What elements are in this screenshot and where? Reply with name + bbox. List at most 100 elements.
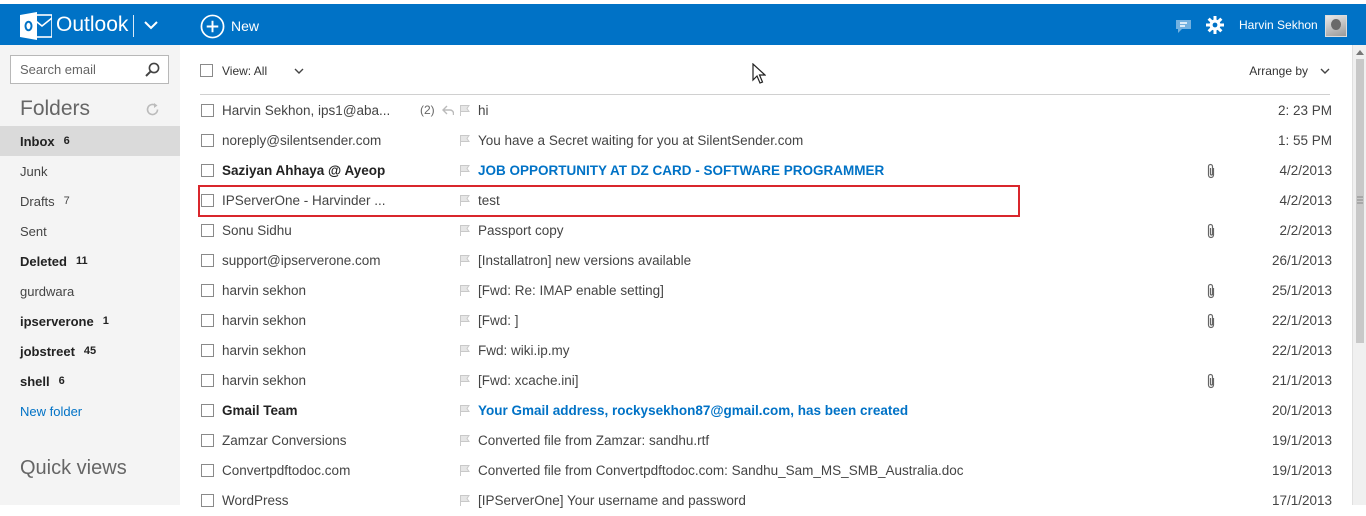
select-all-checkbox[interactable]	[200, 64, 213, 77]
flag-icon[interactable]	[459, 374, 470, 386]
message-date: 22/1/2013	[1271, 343, 1332, 358]
message-subject: You have a Secret waiting for you at Sil…	[478, 133, 804, 148]
search-box[interactable]	[10, 55, 169, 84]
message-row[interactable]: support@ipserverone.com [Installatron] ne…	[180, 246, 1352, 276]
message-checkbox[interactable]	[201, 164, 214, 177]
folder-list: Inbox 6 Junk Drafts 7 Sent Deleted 11 gurdwara ip…	[0, 126, 180, 426]
message-checkbox[interactable]	[201, 344, 214, 357]
message-row[interactable]: harvin sekhon [Fwd: ] 22/1/2013	[180, 306, 1352, 336]
top-bar: Outlook New Harvin Sekhon	[0, 0, 1366, 45]
avatar[interactable]	[1325, 15, 1347, 37]
message-date: 2: 23 PM	[1277, 103, 1332, 118]
new-folder-link[interactable]: New folder	[0, 396, 180, 426]
message-sender: harvin sekhon	[222, 313, 307, 328]
message-checkbox[interactable]	[201, 494, 214, 507]
thread-count: (2)	[420, 103, 435, 117]
messaging-icon[interactable]	[1175, 19, 1192, 34]
message-row[interactable]: Gmail Team Your Gmail address, rockysekho…	[180, 396, 1352, 426]
folder-name: jobstreet	[20, 343, 75, 359]
view-filter[interactable]: View: All	[222, 64, 267, 78]
flag-icon[interactable]	[459, 404, 470, 416]
message-row[interactable]: Convertpdftodoc.com Converted file from C…	[180, 456, 1352, 486]
message-sender: support@ipserverone.com	[222, 253, 381, 268]
message-row[interactable]: Saziyan Ahhaya @ Ayeop JOB OPPORTUNITY AT…	[180, 156, 1352, 186]
scroll-up-icon[interactable]	[1356, 49, 1364, 55]
folder-item-deleted[interactable]: Deleted 11	[0, 246, 180, 276]
message-row[interactable]: harvin sekhon [Fwd: Re: IMAP enable setti…	[180, 276, 1352, 306]
folder-item-sent[interactable]: Sent	[0, 216, 180, 246]
sidebar: Folders Inbox 6 Junk Drafts 7 Sent Deleted 11 gu…	[0, 45, 180, 505]
message-sender: WordPress	[222, 493, 289, 508]
message-sender: Zamzar Conversions	[222, 433, 347, 448]
flag-icon[interactable]	[459, 314, 470, 326]
message-checkbox[interactable]	[201, 254, 214, 267]
folder-item-jobstreet[interactable]: jobstreet 45	[0, 336, 180, 366]
folder-item-inbox[interactable]: Inbox 6	[0, 126, 180, 156]
message-rows: Harvin Sekhon, ips1@aba... (2) hi 2: 23 PM n…	[180, 96, 1352, 516]
folder-item-ipserverone[interactable]: ipserverone 1	[0, 306, 180, 336]
message-subject: Converted file from Convertpdftodoc.com:…	[478, 463, 964, 478]
flag-icon[interactable]	[459, 224, 470, 236]
message-row[interactable]: WordPress [IPServerOne] Your username and…	[180, 486, 1352, 516]
folder-item-drafts[interactable]: Drafts 7	[0, 186, 180, 216]
message-row[interactable]: IPServerOne - Harvinder ... test 4/2/2013	[180, 185, 1352, 217]
refresh-icon[interactable]	[145, 102, 160, 117]
chevron-down-icon[interactable]	[1320, 67, 1330, 75]
mouse-cursor-icon	[752, 63, 766, 84]
flag-icon[interactable]	[459, 284, 470, 296]
search-icon[interactable]	[145, 62, 160, 77]
flag-icon[interactable]	[459, 194, 470, 206]
search-input[interactable]	[20, 62, 140, 77]
flag-icon[interactable]	[459, 434, 470, 446]
message-checkbox[interactable]	[201, 284, 214, 297]
chevron-down-icon[interactable]	[143, 17, 159, 33]
arrange-by-button[interactable]: Arrange by	[1249, 64, 1308, 78]
message-checkbox[interactable]	[201, 104, 214, 117]
message-sender: harvin sekhon	[222, 343, 307, 358]
folder-name: Junk	[20, 163, 48, 179]
message-checkbox[interactable]	[201, 374, 214, 387]
folder-item-junk[interactable]: Junk	[0, 156, 180, 186]
message-checkbox[interactable]	[201, 314, 214, 327]
message-checkbox[interactable]	[201, 194, 214, 207]
message-row[interactable]: Sonu Sidhu Passport copy 2/2/2013	[180, 216, 1352, 246]
message-date: 21/1/2013	[1271, 373, 1332, 388]
message-row[interactable]: harvin sekhon Fwd: wiki.ip.my 22/1/2013	[180, 336, 1352, 366]
folder-unread-count: 6	[58, 375, 65, 387]
flag-icon[interactable]	[459, 344, 470, 356]
folder-item-shell[interactable]: shell 6	[0, 366, 180, 396]
folder-item-gurdwara[interactable]: gurdwara	[0, 276, 180, 306]
user-name[interactable]: Harvin Sekhon	[1239, 18, 1318, 32]
message-row[interactable]: noreply@silentsender.com You have a Secre…	[180, 126, 1352, 156]
folder-name: gurdwara	[20, 283, 75, 299]
message-checkbox[interactable]	[201, 464, 214, 477]
gear-icon[interactable]	[1206, 16, 1224, 34]
message-checkbox[interactable]	[201, 404, 214, 417]
message-checkbox[interactable]	[201, 224, 214, 237]
flag-icon[interactable]	[459, 164, 470, 176]
message-checkbox[interactable]	[201, 434, 214, 447]
message-sender: Gmail Team	[222, 403, 298, 418]
flag-icon[interactable]	[459, 254, 470, 266]
outlook-logo-icon[interactable]	[20, 12, 52, 40]
message-row[interactable]: harvin sekhon [Fwd: xcache.ini] 21/1/2013	[180, 366, 1352, 396]
message-subject: [Fwd: Re: IMAP enable setting]	[478, 283, 664, 298]
app-separator	[133, 15, 134, 37]
new-message-button[interactable]: New	[200, 13, 259, 39]
message-row[interactable]: Harvin Sekhon, ips1@aba... (2) hi 2: 23 PM	[180, 96, 1352, 126]
reply-icon[interactable]	[442, 105, 454, 116]
flag-icon[interactable]	[459, 494, 470, 506]
paperclip-icon	[1207, 373, 1215, 389]
chevron-down-icon[interactable]	[294, 67, 304, 75]
scrollbar[interactable]	[1352, 45, 1366, 505]
message-row[interactable]: Zamzar Conversions Converted file from Za…	[180, 426, 1352, 456]
flag-icon[interactable]	[459, 104, 470, 116]
message-sender: noreply@silentsender.com	[222, 133, 382, 148]
quick-views-heading[interactable]: Quick views	[20, 457, 127, 480]
flag-icon[interactable]	[459, 464, 470, 476]
message-date: 25/1/2013	[1271, 283, 1332, 298]
app-name[interactable]: Outlook	[56, 13, 128, 37]
folders-heading[interactable]: Folders	[20, 97, 90, 121]
message-checkbox[interactable]	[201, 134, 214, 147]
flag-icon[interactable]	[459, 134, 470, 146]
